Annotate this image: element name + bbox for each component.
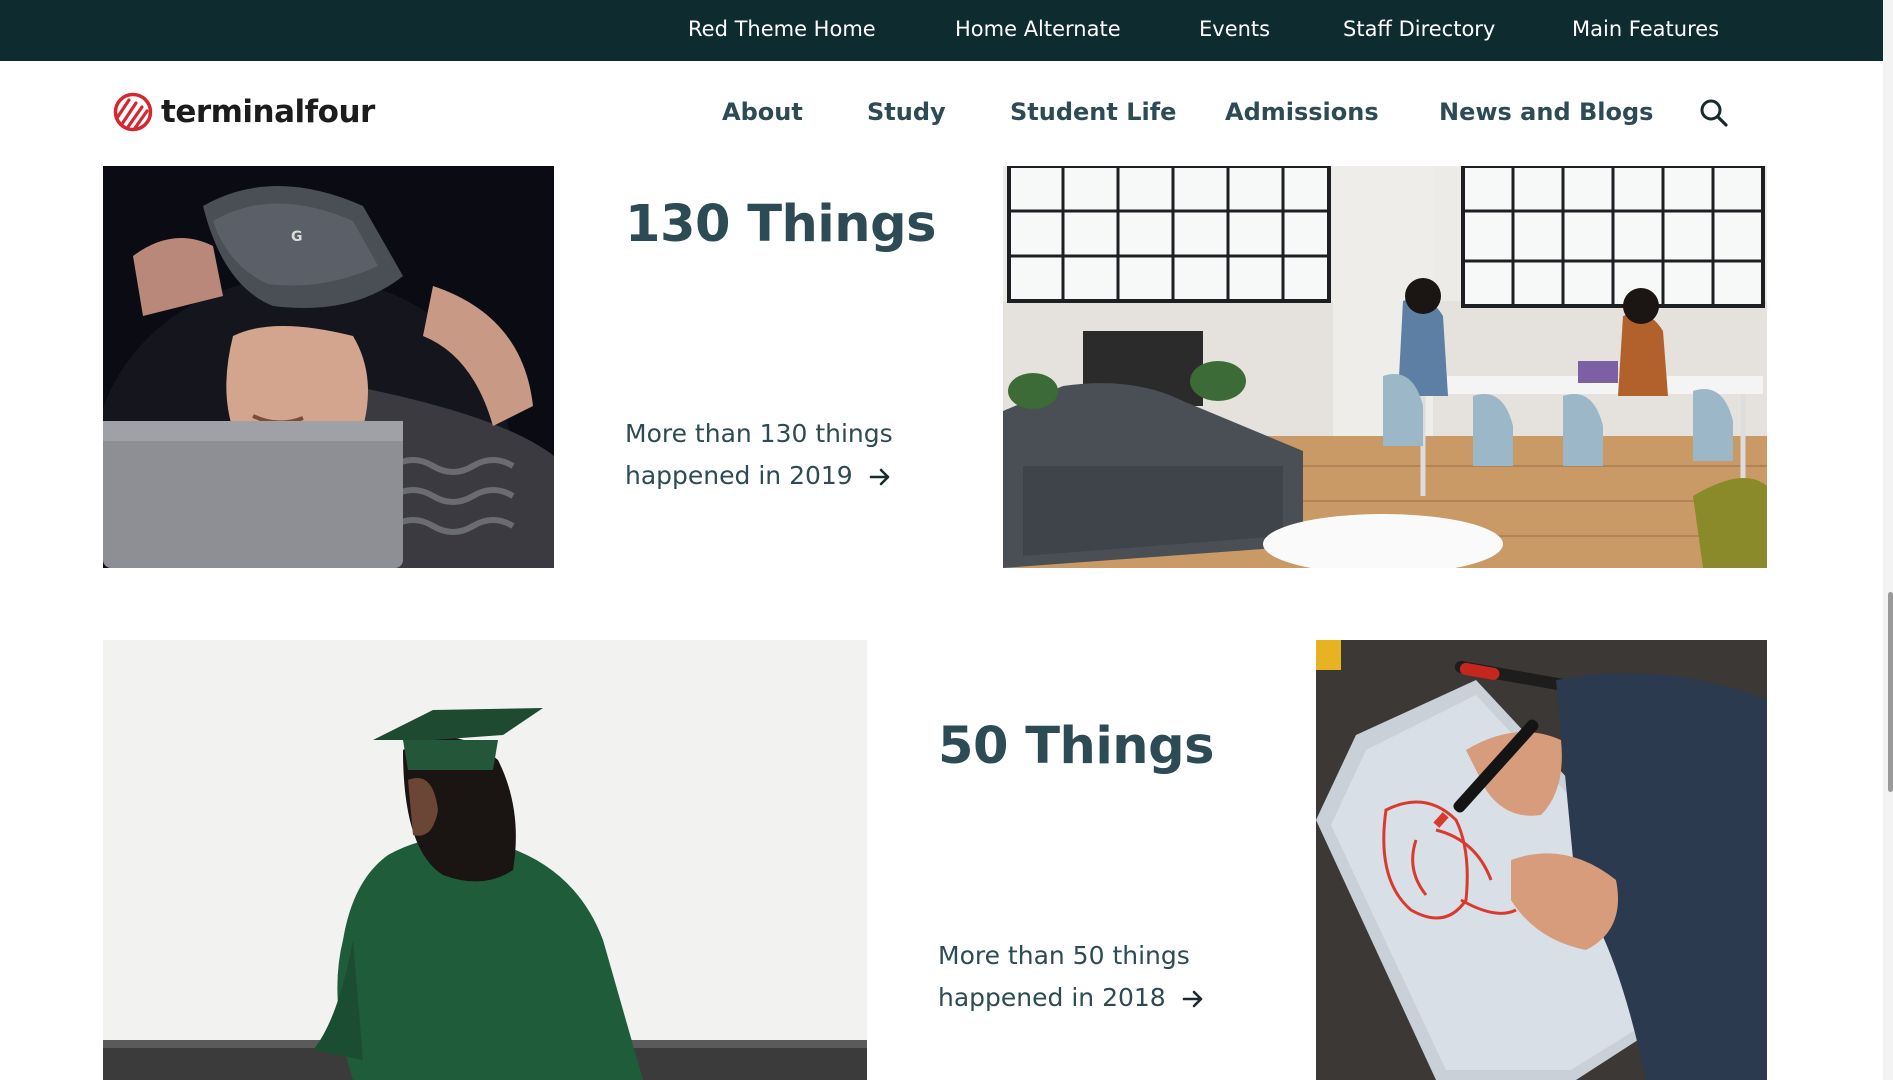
vr-headset-photo: G [103,166,554,568]
scrollbar-thumb[interactable] [1888,592,1893,792]
nav-student-life[interactable]: Student Life [1010,61,1176,163]
logo-text: terminalfour [161,94,375,130]
svg-text:G: G [291,229,303,245]
arrow-right-icon [869,468,889,486]
search-button[interactable] [1698,97,1730,129]
nav-news-and-blogs[interactable]: News and Blogs [1439,61,1653,163]
card-title-50-things: 50 Things [938,717,1214,776]
card-link-line2: happened in 2018 [938,983,1166,1012]
nav-admissions[interactable]: Admissions [1225,61,1379,163]
logo-mark-icon [113,92,153,132]
nav-about[interactable]: About [722,61,803,163]
graduate-photo [103,640,867,1080]
card-link-50-things[interactable]: More than 50 things happened in 2018 [938,935,1204,1019]
office-photo [1003,166,1767,568]
arrow-right-icon [1182,990,1202,1008]
nav-study[interactable]: Study [867,61,946,163]
page-scrollbar[interactable] [1883,0,1893,1080]
utility-link-home-alternate[interactable]: Home Alternate [955,0,1121,61]
utility-link-staff-directory[interactable]: Staff Directory [1343,0,1495,61]
card-link-line1: More than 50 things [938,941,1190,970]
utility-link-main-features[interactable]: Main Features [1572,0,1719,61]
search-icon [1700,99,1728,127]
utility-link-events[interactable]: Events [1199,0,1270,61]
card-link-line2: happened in 2019 [625,461,853,490]
utility-link-red-theme-home[interactable]: Red Theme Home [688,0,876,61]
utility-nav: Red Theme Home Home Alternate Events Sta… [0,0,1883,61]
site-logo[interactable]: terminalfour [113,90,375,134]
card-link-130-things[interactable]: More than 130 things happened in 2019 [625,413,893,497]
drawing-photo [1316,640,1767,1080]
card-link-line1: More than 130 things [625,419,893,448]
main-header: terminalfour About Study Student Life Ad… [0,61,1883,166]
card-title-130-things: 130 Things [625,195,936,254]
